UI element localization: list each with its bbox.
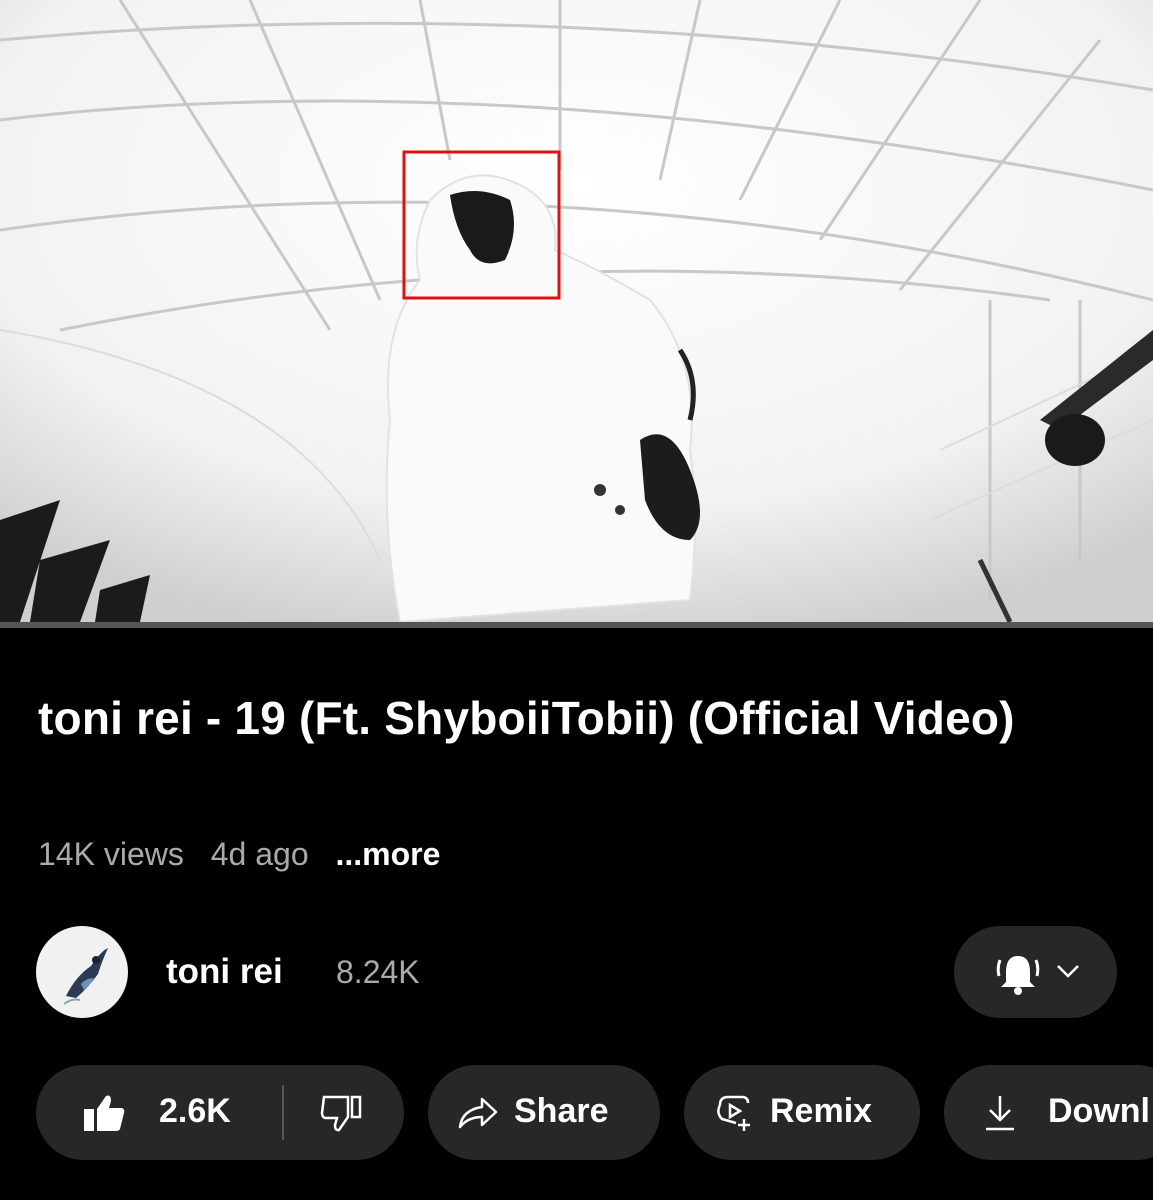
channel-row: toni rei 8.24K (36, 926, 1126, 1018)
download-label: Downl (1048, 1092, 1150, 1130)
share-label: Share (514, 1092, 609, 1130)
thumbs-up-icon[interactable] (82, 1093, 126, 1133)
like-count[interactable]: 2.6K (159, 1092, 231, 1131)
chevron-down-icon (1057, 965, 1079, 978)
share-button[interactable]: Share (428, 1065, 660, 1160)
download-icon (986, 1096, 1014, 1131)
like-dislike-group: 2.6K (36, 1065, 404, 1160)
channel-avatar[interactable] (36, 926, 128, 1018)
upload-age: 4d ago (210, 836, 309, 872)
remix-icon (717, 1095, 750, 1131)
notification-button[interactable] (954, 926, 1117, 1018)
video-frame (0, 0, 1153, 622)
channel-name[interactable]: toni rei (166, 952, 283, 992)
share-arrow-icon (458, 1097, 498, 1129)
like-divider (282, 1085, 284, 1140)
more-link[interactable]: ...more (336, 836, 441, 872)
progress-bar[interactable] (0, 622, 1153, 628)
remix-button[interactable]: Remix (684, 1065, 920, 1160)
thumbs-down-icon[interactable] (320, 1093, 364, 1133)
notification-bell-icon (996, 956, 1040, 995)
download-button[interactable]: Downl (944, 1065, 1153, 1160)
subscriber-count: 8.24K (336, 954, 420, 990)
view-count: 14K views (38, 836, 184, 872)
action-bar: 2.6K Share Remix Downl (0, 1065, 1153, 1160)
remix-label: Remix (770, 1092, 873, 1130)
video-meta[interactable]: 14K views 4d ago ...more (38, 834, 458, 874)
video-title: toni rei - 19 (Ft. ShyboiiTobii) (Offici… (38, 692, 1015, 744)
video-player[interactable] (0, 0, 1153, 622)
